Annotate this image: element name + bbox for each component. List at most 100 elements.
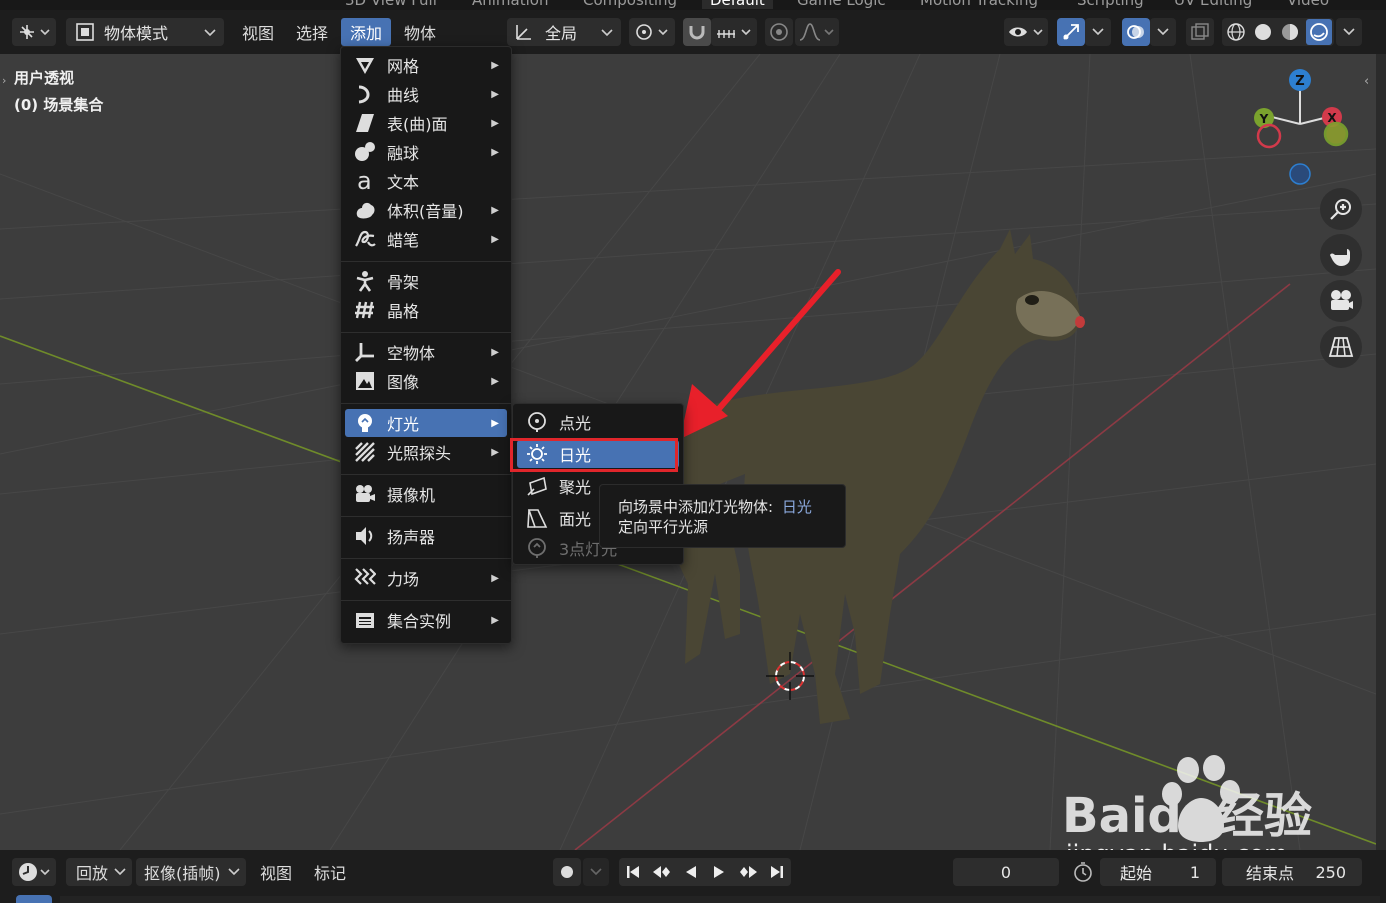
- shading-dropdown[interactable]: [1336, 18, 1362, 46]
- svg-text:a: a: [357, 170, 372, 192]
- menu-item-text[interactable]: a 文本: [345, 167, 507, 195]
- play-icon[interactable]: [705, 864, 733, 880]
- speaker-icon: [353, 524, 377, 548]
- workspace-tab-motion-tracking[interactable]: Motion Tracking: [920, 0, 1038, 9]
- jump-end-icon[interactable]: [763, 864, 791, 880]
- keying-menu[interactable]: 抠像(插帧): [136, 858, 246, 886]
- pan-button[interactable]: [1320, 234, 1362, 276]
- menu-object[interactable]: 物体: [395, 18, 445, 46]
- menu-item-force-field[interactable]: 力场 ▶: [345, 564, 507, 592]
- menu-item-label: 集合实例: [387, 612, 452, 631]
- menu-view[interactable]: 视图: [233, 18, 283, 46]
- overlays-dropdown[interactable]: [1150, 18, 1176, 46]
- zoom-button[interactable]: [1320, 188, 1362, 230]
- lattice-icon: [353, 298, 377, 322]
- gizmo-toggle[interactable]: [1057, 18, 1085, 46]
- sidebar-expand-icon[interactable]: ‹: [1364, 74, 1369, 89]
- perspective-toggle-button[interactable]: [1320, 326, 1362, 368]
- prev-keyframe-icon[interactable]: [647, 864, 677, 880]
- current-frame-field[interactable]: 0: [953, 858, 1059, 886]
- menu-item-metaball[interactable]: 融球 ▶: [345, 138, 507, 166]
- menu-item-speaker[interactable]: 扬声器: [345, 522, 507, 550]
- camera-icon: [353, 482, 377, 506]
- navigation-gizmo[interactable]: Z Y X: [1240, 66, 1360, 206]
- menu-item-grease-pencil[interactable]: 蜡笔 ▶: [345, 225, 507, 253]
- menu-separator: [341, 332, 511, 333]
- text-icon: a: [353, 169, 377, 193]
- next-keyframe-icon[interactable]: [733, 864, 763, 880]
- menu-item-light[interactable]: 灯光 ▶: [345, 409, 507, 437]
- end-frame-field[interactable]: 结束点 250: [1222, 858, 1362, 886]
- object-visibility-button[interactable]: [1004, 18, 1048, 46]
- end-frame-value: 250: [1315, 862, 1346, 882]
- view3d-icon: [20, 25, 50, 39]
- jump-start-icon[interactable]: [619, 864, 647, 880]
- submenu-arrow-icon: ▶: [491, 446, 499, 458]
- rendered-shading-button[interactable]: [1305, 19, 1332, 45]
- menu-item-volume[interactable]: 体积(音量) ▶: [345, 196, 507, 224]
- workspace-tab-animation[interactable]: Animation: [472, 0, 548, 9]
- workspace-tab-3d-view-full[interactable]: 3D View Full: [345, 0, 437, 9]
- gizmo-dropdown[interactable]: [1085, 18, 1111, 46]
- workspace-tab-default[interactable]: Default: [702, 0, 773, 9]
- camera-view-button[interactable]: [1320, 280, 1362, 322]
- menu-item-mesh[interactable]: 网格 ▶: [345, 51, 507, 79]
- highlight-box: [510, 438, 678, 472]
- proportional-falloff-button[interactable]: [795, 18, 839, 46]
- editor-type-button[interactable]: [12, 18, 56, 46]
- menu-item-surface[interactable]: 表(曲)面 ▶: [345, 109, 507, 137]
- pivot-point-button[interactable]: [629, 18, 675, 46]
- xray-toggle[interactable]: [1186, 18, 1214, 46]
- alpaca-model: [660, 229, 1085, 724]
- xray-icon: [1191, 23, 1209, 40]
- workspace-tab-compositing[interactable]: Compositing: [583, 0, 677, 9]
- material-shading-icon[interactable]: [1279, 21, 1301, 43]
- spot-light-icon: [525, 474, 549, 498]
- timeline-editor-type-button[interactable]: [12, 858, 56, 886]
- solid-shading-icon[interactable]: [1252, 21, 1274, 43]
- menu-separator: [341, 558, 511, 559]
- menu-item-label: 骨架: [387, 273, 420, 292]
- auto-keying-toggle[interactable]: [553, 858, 581, 886]
- workspace-tab-scripting[interactable]: Scripting: [1077, 0, 1144, 9]
- menu-item-curve[interactable]: 曲线 ▶: [345, 80, 507, 108]
- menu-item-image[interactable]: 图像 ▶: [345, 367, 507, 395]
- menu-item-collection-instance[interactable]: 集合实例 ▶: [345, 606, 507, 634]
- menu-item-label: 体积(音量): [387, 202, 464, 221]
- start-frame-field[interactable]: 起始 1: [1100, 858, 1216, 886]
- mode-selector[interactable]: 物体模式: [66, 18, 224, 46]
- 3d-viewport[interactable]: 用户透视 (0) 场景集合 › ‹ Z Y X Baidu经验 jingyan.…: [0, 54, 1376, 850]
- menu-separator: [341, 516, 511, 517]
- keying-label: 抠像(插帧): [144, 864, 221, 883]
- toolbar-expand-icon[interactable]: ›: [2, 74, 6, 87]
- frame-indicator[interactable]: [16, 895, 52, 903]
- snap-target-button[interactable]: [711, 18, 757, 46]
- menu-item-empty[interactable]: 空物体 ▶: [345, 338, 507, 366]
- workspace-tab-uv-editing[interactable]: UV Editing: [1174, 0, 1252, 9]
- timeline-header: 回放 抠像(插帧) 视图 标记 0 起始 1 结束点 250: [0, 850, 1386, 903]
- menu-item-light-probe[interactable]: 光照探头 ▶: [345, 438, 507, 466]
- menu-item-point-light[interactable]: 点光: [517, 408, 679, 436]
- preview-range-toggle[interactable]: [1068, 858, 1098, 886]
- keying-set-dropdown[interactable]: [583, 858, 609, 886]
- proportional-edit-toggle[interactable]: [765, 18, 793, 46]
- curve-icon: [353, 82, 377, 106]
- menu-item-label: 聚光: [559, 478, 592, 497]
- menu-add[interactable]: 添加: [341, 18, 392, 46]
- menu-item-camera[interactable]: 摄像机: [345, 480, 507, 508]
- snap-toggle[interactable]: [683, 18, 711, 46]
- grid-perspective-icon: [1328, 337, 1354, 357]
- play-reverse-icon[interactable]: [677, 864, 705, 880]
- menu-item-armature[interactable]: 骨架: [345, 267, 507, 295]
- menu-select[interactable]: 选择: [287, 18, 337, 46]
- overlays-toggle[interactable]: [1122, 18, 1150, 46]
- playback-menu[interactable]: 回放: [66, 858, 132, 886]
- workspace-tab-game-logic[interactable]: Game Logic: [797, 0, 886, 9]
- timeline-view-menu[interactable]: 视图: [252, 858, 300, 886]
- timeline-ruler[interactable]: [60, 896, 1380, 903]
- wireframe-shading-icon[interactable]: [1225, 21, 1247, 43]
- workspace-tab-video[interactable]: Video: [1287, 0, 1329, 9]
- timeline-marker-menu[interactable]: 标记: [306, 858, 354, 886]
- transform-orientation-selector[interactable]: 全局: [507, 18, 621, 46]
- menu-item-lattice[interactable]: 晶格: [345, 296, 507, 324]
